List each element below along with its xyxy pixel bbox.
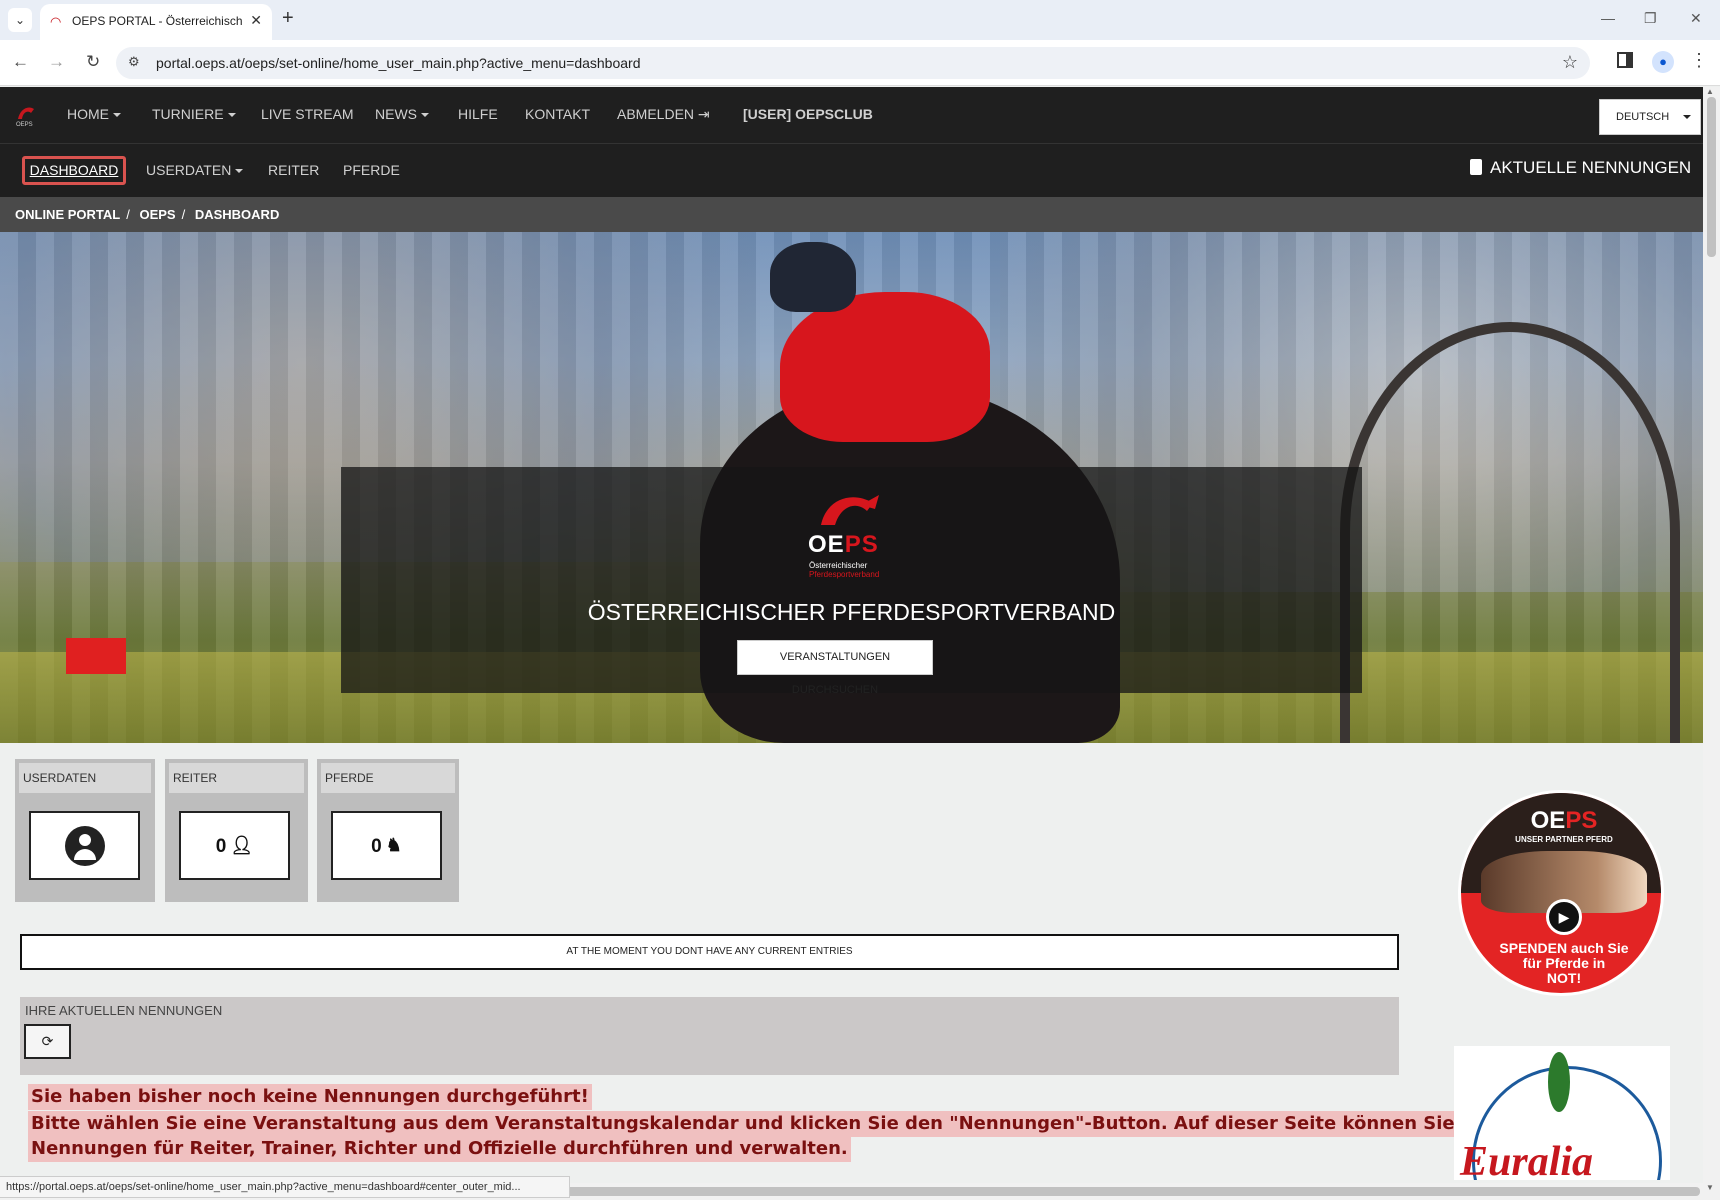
side-panel-icon[interactable] <box>1617 52 1633 68</box>
scroll-down-icon[interactable]: ▼ <box>1706 1183 1714 1192</box>
hscroll-thumb[interactable] <box>560 1187 1700 1196</box>
rider-helmet <box>770 242 856 312</box>
red-flag <box>66 638 126 674</box>
sub-navigation: DASHBOARD USERDATEN REITER PFERDE AKTUEL… <box>0 143 1703 197</box>
horse-head-icon: ♞ <box>385 835 402 855</box>
current-entries-label: IHRE AKTUELLEN NENNUNGEN <box>25 1003 223 1018</box>
no-entries-notice: AT THE MOMENT YOU DONT HAVE ANY CURRENT … <box>20 934 1399 970</box>
breadcrumb-oeps[interactable]: OEPS <box>139 207 175 222</box>
nav-kontakt[interactable]: KONTAKT <box>525 106 590 122</box>
oeps-favicon-icon: ◠ <box>50 14 62 29</box>
svg-text:OEPS: OEPS <box>16 122 33 127</box>
bookmark-star-icon[interactable]: ☆ <box>1562 52 1578 73</box>
pferde-button[interactable]: 0 ♞ <box>331 811 442 880</box>
dashboard-button[interactable]: DASHBOARD <box>22 156 126 185</box>
userdaten-button[interactable] <box>29 811 140 880</box>
euralia-logo-text: Euralia <box>1460 1139 1594 1180</box>
clipboard-icon <box>1470 159 1482 175</box>
subnav-pferde[interactable]: PFERDE <box>343 162 400 178</box>
refresh-button[interactable]: ⟳ <box>24 1024 71 1059</box>
browser-tab-strip: ⌄ ◠ OEPS PORTAL - Österreichische ✕ + — … <box>0 0 1720 40</box>
breadcrumb-online-portal[interactable]: ONLINE PORTAL <box>15 207 120 222</box>
promo-oeps-logo: OEPS <box>1530 807 1598 834</box>
card-title: USERDATEN <box>19 763 151 793</box>
back-icon[interactable]: ← <box>12 52 29 72</box>
rider-red-jacket <box>780 292 990 442</box>
card-pferde: PFERDE 0 ♞ <box>317 759 459 902</box>
promo-partner-text: UNSER PARTNER PFERD <box>1515 835 1613 844</box>
address-bar-row: ← → ↻ ⚙ portal.oeps.at/oeps/set-online/h… <box>0 40 1720 86</box>
current-entries-panel: IHRE AKTUELLEN NENNUNGEN ⟳ <box>20 997 1399 1075</box>
euralia-ad-banner[interactable]: Euralia <box>1454 1046 1670 1180</box>
user-circle-icon <box>64 825 105 866</box>
reiter-count: 0 <box>215 836 227 857</box>
spenden-promo-banner[interactable]: OEPS UNSER PARTNER PFERD ▶ SPENDEN auch … <box>1458 790 1664 996</box>
close-tab-icon[interactable]: ✕ <box>250 12 262 29</box>
card-title: PFERDE <box>321 763 455 793</box>
nav-hilfe[interactable]: HILFE <box>458 106 498 122</box>
scroll-thumb[interactable] <box>1707 97 1716 257</box>
oeps-logo-subtitle: Österreichischer Pferdesportverband <box>809 561 880 579</box>
browser-menu-icon[interactable]: ⋮ <box>1690 50 1708 71</box>
promo-donate-text: SPENDEN auch Sie für Pferde in NOT! <box>1499 940 1629 986</box>
play-icon[interactable]: ▶ <box>1546 899 1582 935</box>
tab-title: OEPS PORTAL - Österreichische <box>72 14 242 28</box>
logout-icon: ⇥ <box>697 106 710 122</box>
profile-icon[interactable]: ● <box>1652 51 1674 73</box>
hero-title: ÖSTERREICHISCHER PFERDESPORTVERBAND <box>587 599 1116 625</box>
subnav-userdaten[interactable]: USERDATEN <box>146 162 244 178</box>
warning-line-2: Bitte wählen Sie eine Veranstaltung aus … <box>28 1111 1559 1137</box>
card-title: REITER <box>169 763 304 793</box>
refresh-icon: ⟳ <box>41 1033 54 1049</box>
nav-live-stream[interactable]: LIVE STREAM <box>261 106 354 122</box>
pferde-count: 0 <box>371 836 382 857</box>
tab-list-chevron-icon[interactable]: ⌄ <box>8 8 32 32</box>
veranstaltungen-durchsuchen-button[interactable]: VERANSTALTUNGEN DURCHSUCHEN <box>737 640 933 696</box>
omnibox[interactable]: ⚙ portal.oeps.at/oeps/set-online/home_us… <box>116 47 1590 79</box>
new-tab-icon[interactable]: + <box>282 7 294 30</box>
top-navigation: OEPS HOME TURNIERE LIVE STREAM NEWS HILF… <box>0 87 1703 143</box>
warning-line-3: Nennungen für Reiter, Trainer, Richter u… <box>28 1136 851 1162</box>
aktuelle-nennungen-link[interactable]: AKTUELLE NENNUNGEN <box>1470 158 1691 178</box>
url-text[interactable]: portal.oeps.at/oeps/set-online/home_user… <box>156 55 641 71</box>
reiter-button[interactable]: 0 👤︎ <box>179 811 290 880</box>
nav-abmelden[interactable]: ABMELDEN ⇥ <box>617 106 710 123</box>
hero-banner-image: OEPS Österreichischer Pferdesportverband … <box>0 232 1703 743</box>
reload-icon[interactable]: ↻ <box>86 52 100 72</box>
nav-home[interactable]: HOME <box>67 106 121 122</box>
oeps-logo-text: OEPS <box>808 531 879 558</box>
forward-icon[interactable]: → <box>48 52 65 72</box>
close-window-icon[interactable]: ✕ <box>1690 10 1702 27</box>
card-reiter: REITER 0 👤︎ <box>165 759 308 902</box>
breadcrumb-dashboard: DASHBOARD <box>194 207 280 222</box>
scroll-up-icon[interactable]: ▲ <box>1706 87 1714 96</box>
nav-user-oepsclub[interactable]: [USER] OEPSCLUB <box>743 106 873 122</box>
oeps-logo-icon[interactable]: OEPS <box>14 101 38 128</box>
card-userdaten: USERDATEN <box>15 759 155 902</box>
iron-gate <box>1340 322 1680 743</box>
vertical-scrollbar[interactable]: ▲ ▼ <box>1703 87 1720 1200</box>
nav-news[interactable]: NEWS <box>375 106 429 122</box>
hero-overlay: OEPS Österreichischer Pferdesportverband … <box>341 467 1362 696</box>
nav-turniere[interactable]: TURNIERE <box>152 106 236 122</box>
subnav-reiter[interactable]: REITER <box>268 162 319 178</box>
restore-icon[interactable]: ❐ <box>1644 10 1657 27</box>
warning-line-1: Sie haben bisher noch keine Nennungen du… <box>28 1084 592 1110</box>
browser-tab[interactable]: ◠ OEPS PORTAL - Österreichische ✕ <box>40 4 272 40</box>
status-bar-url: https://portal.oeps.at/oeps/set-online/h… <box>0 1176 570 1198</box>
language-select[interactable]: DEUTSCH <box>1599 99 1701 135</box>
euralia-leaf-icon <box>1548 1052 1570 1112</box>
person-icon: 👤︎ <box>230 835 254 855</box>
minimize-icon[interactable]: — <box>1601 10 1615 26</box>
breadcrumb: ONLINE PORTAL / OEPS / DASHBOARD <box>0 197 1703 232</box>
site-info-icon[interactable]: ⚙ <box>128 54 140 70</box>
